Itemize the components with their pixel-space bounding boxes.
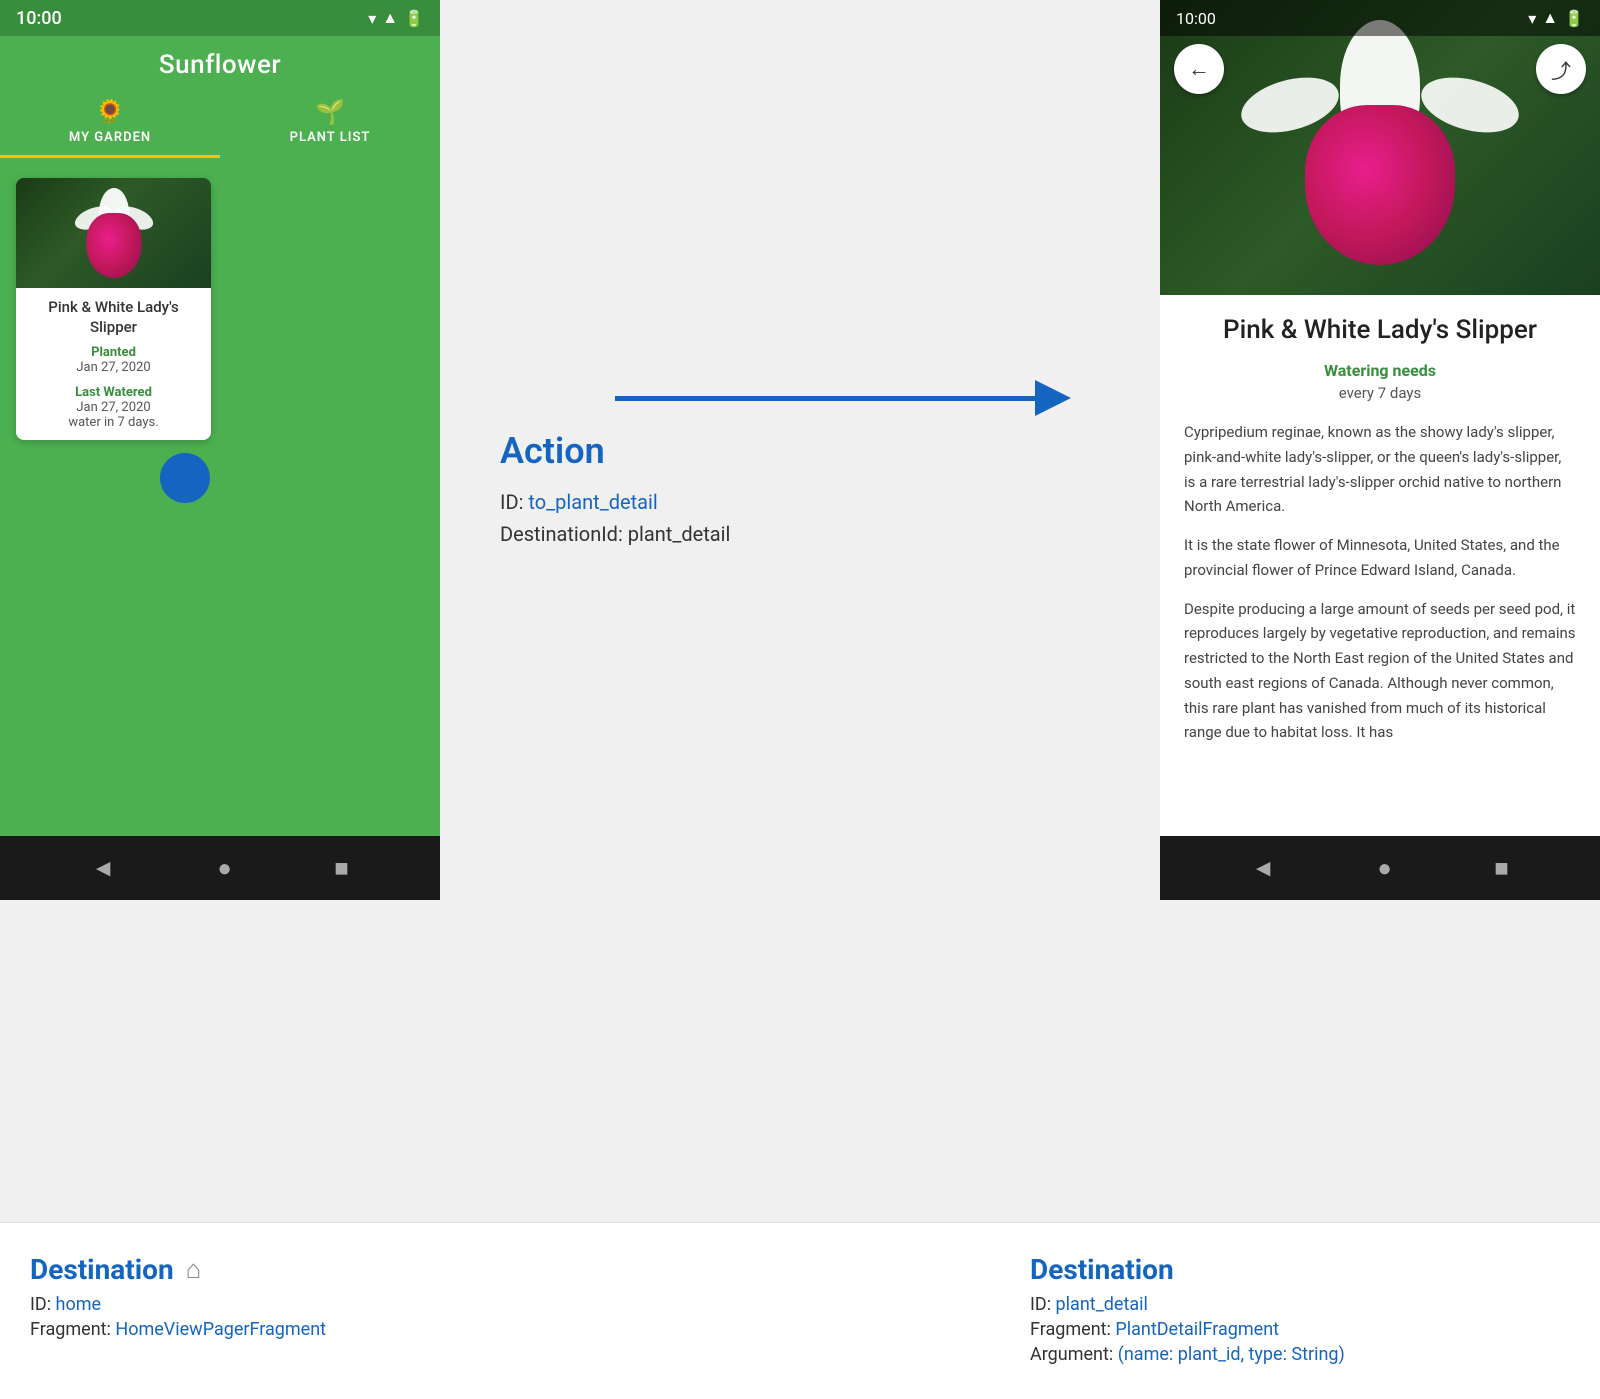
action-title: Action (500, 430, 730, 472)
last-watered-date: Jan 27, 2020 (28, 400, 199, 415)
detail-pouch (1305, 105, 1455, 265)
signal-icon: ▲ (382, 8, 398, 28)
back-icon: ← (1188, 56, 1210, 82)
detail-plant-name: Pink & White Lady's Slipper (1184, 315, 1576, 345)
left-dest-id-row: ID: home (30, 1294, 570, 1315)
action-id-value: to_plant_detail (528, 490, 657, 514)
my-garden-label: MY GARDEN (69, 130, 151, 145)
right-dest-fragment-key: Fragment: (1030, 1319, 1115, 1340)
action-dest-key: DestinationId: (500, 522, 628, 546)
tab-plant-list[interactable]: 🌱 PLANT LIST (220, 90, 440, 158)
app-header: Sunflower (0, 36, 440, 80)
left-time: 10:00 (16, 8, 62, 29)
right-signal-icon: ▲ (1542, 8, 1558, 28)
right-dest-argument-key: Argument: (1030, 1344, 1118, 1365)
plant-card-image (16, 178, 211, 288)
right-time: 10:00 (1176, 9, 1216, 28)
watering-needs-label: Watering needs (1184, 361, 1576, 380)
flower-center (74, 188, 154, 278)
app-title: Sunflower (0, 50, 440, 80)
planted-label: Planted (28, 345, 199, 360)
plant-list-icon: 🌱 (315, 98, 345, 126)
right-destination-title: Destination (1030, 1253, 1570, 1286)
left-dest-fragment-key: Fragment: (30, 1319, 115, 1340)
right-battery-icon: 🔋 (1564, 9, 1584, 28)
left-dest-fragment-val: HomeViewPagerFragment (115, 1319, 326, 1340)
left-nav-bar: ◄ ● ■ (0, 836, 440, 900)
flower-bg (16, 178, 211, 288)
plant-description: Cypripedium reginae, known as the showy … (1184, 420, 1576, 745)
left-dest-id-val: home (56, 1294, 102, 1315)
left-dest-id-key: ID: (30, 1294, 56, 1315)
action-dest-value: plant_detail (628, 522, 731, 546)
bottom-middle-spacer (600, 1243, 1000, 1379)
left-status-icons: ▾ ▲ 🔋 (368, 8, 424, 28)
right-destination-label: Destination (1030, 1253, 1174, 1286)
right-dest-id-key: ID: (1030, 1294, 1056, 1315)
wifi-icon: ▾ (368, 9, 376, 28)
battery-icon: 🔋 (404, 9, 424, 28)
detail-flower-bg (1160, 0, 1600, 295)
left-recents-button[interactable]: ■ (334, 854, 349, 883)
action-info: Action ID: to_plant_detail DestinationId… (470, 430, 730, 546)
tap-indicator-dot (160, 453, 210, 503)
plant-list-label: PLANT LIST (290, 130, 371, 145)
right-nav-bar: ◄ ● ■ (1160, 836, 1600, 900)
description-para-2: It is the state flower of Minnesota, Uni… (1184, 533, 1576, 583)
left-phone: 10:00 ▾ ▲ 🔋 Sunflower 🌻 MY GARDEN 🌱 PLAN… (0, 0, 440, 900)
right-content: Pink & White Lady's Slipper Watering nee… (1160, 295, 1600, 836)
back-button[interactable]: ← (1174, 44, 1224, 94)
arrow-line (615, 396, 1035, 401)
action-id-row: ID: to_plant_detail (500, 490, 730, 514)
water-days: water in 7 days. (28, 415, 199, 430)
home-icon: ⌂ (186, 1254, 202, 1285)
right-back-button[interactable]: ◄ (1251, 854, 1275, 883)
right-dest-argument-val: (name: plant_id, type: String) (1118, 1344, 1345, 1365)
bottom-panels: Destination ⌂ ID: home Fragment: HomeVie… (0, 1222, 1600, 1399)
left-destination-label: Destination (30, 1253, 174, 1286)
arrow-head (1035, 380, 1071, 416)
plant-card-name: Pink & White Lady's Slipper (28, 298, 199, 337)
middle-area: Action ID: to_plant_detail DestinationId… (440, 0, 1160, 1222)
right-dest-id-val: plant_detail (1056, 1294, 1148, 1315)
right-home-button[interactable]: ● (1377, 854, 1392, 883)
tabs-container: 🌻 MY GARDEN 🌱 PLANT LIST (0, 90, 440, 158)
share-icon: ⤴ (1551, 55, 1571, 84)
right-status-icons: ▾ ▲ 🔋 (1528, 8, 1584, 28)
my-garden-icon: 🌻 (95, 98, 125, 126)
bottom-left-destination: Destination ⌂ ID: home Fragment: HomeVie… (0, 1243, 600, 1379)
right-dest-fragment-row: Fragment: PlantDetailFragment (1030, 1319, 1570, 1340)
right-dest-id-row: ID: plant_detail (1030, 1294, 1570, 1315)
navigation-arrow (615, 380, 1160, 416)
right-status-bar: 10:00 ▾ ▲ 🔋 (1160, 0, 1600, 36)
left-content: Pink & White Lady's Slipper Planted Jan … (0, 158, 440, 836)
right-phone: 10:00 ▾ ▲ 🔋 ← ⤴ (1160, 0, 1600, 900)
plant-detail-image: 10:00 ▾ ▲ 🔋 ← ⤴ (1160, 0, 1600, 295)
planted-date: Jan 27, 2020 (28, 360, 199, 375)
left-back-button[interactable]: ◄ (91, 854, 115, 883)
description-para-3: Despite producing a large amount of seed… (1184, 597, 1576, 746)
left-status-bar: 10:00 ▾ ▲ 🔋 (0, 0, 440, 36)
plant-card-info: Pink & White Lady's Slipper Planted Jan … (16, 288, 211, 440)
right-wifi-icon: ▾ (1528, 9, 1536, 28)
last-watered-label: Last Watered (28, 385, 199, 400)
flower-pouch (86, 213, 141, 278)
bottom-right-destination: Destination ID: plant_detail Fragment: P… (1000, 1243, 1600, 1379)
action-dest-row: DestinationId: plant_detail (500, 522, 730, 546)
right-recents-button[interactable]: ■ (1494, 854, 1509, 883)
share-button[interactable]: ⤴ (1536, 44, 1586, 94)
right-dest-fragment-val: PlantDetailFragment (1115, 1319, 1279, 1340)
left-dest-fragment-row: Fragment: HomeViewPagerFragment (30, 1319, 570, 1340)
action-id-key: ID: (500, 490, 528, 514)
watering-needs-value: every 7 days (1184, 384, 1576, 402)
description-para-1: Cypripedium reginae, known as the showy … (1184, 420, 1576, 519)
left-home-button[interactable]: ● (217, 854, 232, 883)
right-dest-argument-row: Argument: (name: plant_id, type: String) (1030, 1344, 1570, 1365)
tab-my-garden[interactable]: 🌻 MY GARDEN (0, 90, 220, 158)
left-destination-title: Destination ⌂ (30, 1253, 570, 1286)
plant-card[interactable]: Pink & White Lady's Slipper Planted Jan … (16, 178, 211, 440)
